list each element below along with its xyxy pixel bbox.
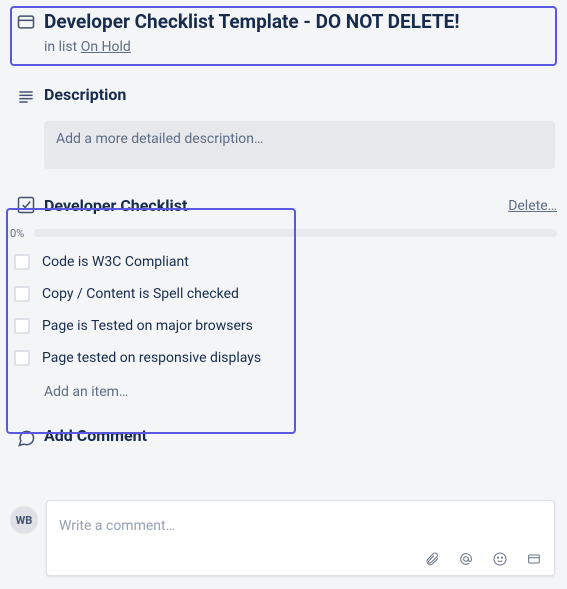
- comment-input[interactable]: [47, 501, 554, 551]
- checklist-item[interactable]: Page tested on responsive displays: [8, 342, 559, 374]
- card-title[interactable]: Developer Checklist Template - DO NOT DE…: [44, 10, 559, 35]
- checklist-item-label[interactable]: Code is W3C Compliant: [42, 250, 189, 274]
- checkbox[interactable]: [14, 286, 30, 302]
- card-icon: [16, 12, 36, 55]
- comment-icon: [16, 428, 36, 452]
- checklist-item-label[interactable]: Copy / Content is Spell checked: [42, 282, 239, 306]
- comment-section: Add Comment: [0, 408, 567, 452]
- checklist-item[interactable]: Page is Tested on major browsers: [8, 310, 559, 342]
- comment-title: Add Comment: [44, 426, 147, 445]
- in-list-label: in list: [44, 39, 81, 55]
- checklist-icon: [16, 195, 36, 219]
- progress-bar: [34, 229, 557, 237]
- checklist-title[interactable]: Developer Checklist: [44, 196, 187, 215]
- checklist-item-label[interactable]: Page is Tested on major browsers: [42, 314, 253, 338]
- checklist-item[interactable]: Code is W3C Compliant: [8, 246, 559, 278]
- checkbox[interactable]: [14, 350, 30, 366]
- checklist-items: Code is W3C Compliant Copy / Content is …: [0, 246, 567, 408]
- checklist-header: Developer Checklist Delete…: [0, 169, 567, 219]
- card-list-location: in list On Hold: [44, 39, 559, 55]
- checkbox[interactable]: [14, 318, 30, 334]
- comment-toolbar: [47, 551, 554, 575]
- mention-icon[interactable]: [458, 551, 474, 567]
- avatar[interactable]: WB: [10, 506, 38, 534]
- checklist-item-label[interactable]: Page tested on responsive displays: [42, 346, 261, 370]
- comment-box: [46, 500, 555, 576]
- description-icon: [16, 87, 36, 111]
- emoji-icon[interactable]: [492, 551, 508, 567]
- delete-checklist-link[interactable]: Delete…: [508, 198, 557, 214]
- checklist-progress: 0%: [0, 219, 567, 246]
- progress-percent: 0%: [10, 227, 34, 240]
- card-icon[interactable]: [526, 551, 542, 567]
- description-placeholder-box[interactable]: Add a more detailed description…: [44, 121, 555, 169]
- description-section: Description: [0, 79, 567, 111]
- attachment-icon[interactable]: [424, 551, 440, 567]
- description-title: Description: [44, 85, 559, 104]
- checklist-item[interactable]: Copy / Content is Spell checked: [8, 278, 559, 310]
- card-header: Developer Checklist Template - DO NOT DE…: [0, 0, 567, 59]
- checkbox[interactable]: [14, 254, 30, 270]
- add-checklist-item[interactable]: Add an item…: [8, 374, 559, 408]
- list-name-link[interactable]: On Hold: [81, 39, 131, 55]
